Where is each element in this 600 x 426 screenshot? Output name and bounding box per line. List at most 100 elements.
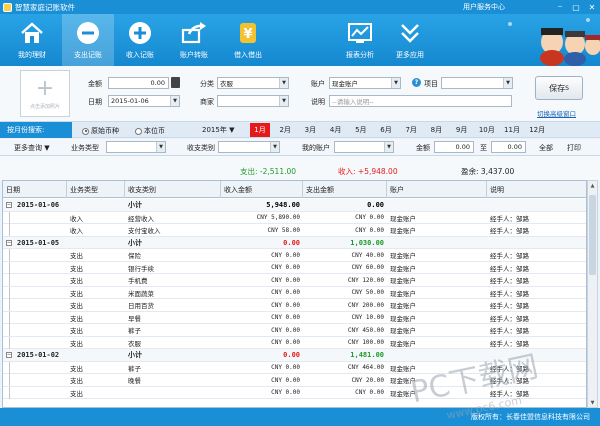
help-icon[interactable]: ? — [412, 78, 421, 87]
scroll-thumb[interactable] — [589, 195, 596, 275]
month-tab[interactable]: 2月 — [275, 123, 295, 137]
home-icon — [19, 20, 45, 46]
chevron-down-icon[interactable]: ▼ — [279, 78, 288, 88]
save-label: 保存 — [549, 83, 566, 93]
calculator-icon[interactable] — [171, 77, 180, 88]
table-row[interactable]: 支出 衣服 CNY 0.00 CNY 100.00 现金账户 经手人：邹路 — [3, 336, 586, 349]
table-row[interactable]: 支出 晚餐 CNY 0.00 CNY 20.00 现金账户 经手人：邹路 — [3, 374, 586, 387]
project-select[interactable]: ▼ — [441, 77, 513, 89]
toolbar-transfer-button[interactable]: 账户转账 — [168, 14, 220, 66]
scroll-down-icon[interactable]: ▼ — [588, 398, 597, 407]
category-select[interactable]: 衣服 ▼ — [217, 77, 289, 89]
table-row[interactable]: 支出 裤子 CNY 0.00 CNY 464.00 现金账户 经手人：邹路 — [3, 361, 586, 374]
filter-all-button[interactable]: 全部 — [539, 143, 553, 153]
chevron-down-icon[interactable]: ▼ — [279, 96, 288, 106]
table-row[interactable]: 支出 银行手续 CNY 0.00 CNY 60.00 现金账户 经手人：邹路 — [3, 261, 586, 274]
amount-to-input[interactable]: 0.00 — [491, 141, 526, 153]
radio-original-currency[interactable]: 原始币种 — [82, 126, 119, 136]
biz-type-select[interactable]: ▼ — [106, 141, 166, 153]
radio-base-currency[interactable]: 本位币 — [135, 126, 165, 136]
col-date[interactable]: 日期 — [3, 181, 67, 198]
collapse-icon[interactable]: − — [6, 352, 12, 358]
cell-note: 经手人：邹路 — [490, 302, 529, 310]
month-tab[interactable]: 5月 — [351, 123, 371, 137]
amount-input[interactable]: 0.00 — [108, 77, 169, 89]
chevron-down-icon[interactable]: ▼ — [391, 78, 400, 88]
filter-category-select[interactable]: ▼ — [218, 141, 280, 153]
vertical-scrollbar[interactable]: ▲ ▼ — [587, 180, 598, 408]
account-select[interactable]: 现金账户 ▼ — [329, 77, 401, 89]
cell-note: 经手人：邹路 — [490, 214, 529, 223]
toolbar-more-button[interactable]: 更多应用 — [384, 14, 436, 66]
status-bar: 版权所有：长春佳盟信息科技有限公司 — [0, 408, 600, 426]
month-tab[interactable]: 7月 — [401, 123, 421, 137]
save-shortcut: S — [565, 84, 569, 92]
cell-type: 支出 — [70, 277, 83, 285]
chevron-down-icon[interactable]: ▼ — [170, 96, 179, 106]
col-account[interactable]: 账户 — [387, 181, 487, 198]
toolbar-expense-button[interactable]: 支出记账 — [62, 14, 114, 66]
col-expense[interactable]: 支出金额 — [303, 181, 387, 198]
table-row[interactable]: 支出 保险 CNY 0.00 CNY 40.00 现金账户 经手人：邹路 — [3, 249, 586, 262]
month-tab[interactable]: 6月 — [376, 123, 396, 137]
table-row[interactable]: 支出 CNY 0.00 CNY 0.00 现金账户 经手人：邹路 — [3, 386, 586, 399]
table-row[interactable]: 支出 早餐 CNY 0.00 CNY 10.00 现金账户 经手人：邹路 — [3, 311, 586, 324]
advanced-window-link[interactable]: 切换高级窗口 — [537, 108, 576, 118]
table-row[interactable]: 支出 裤子 CNY 0.00 CNY 450.00 现金账户 经手人：邹路 — [3, 324, 586, 337]
table-group-row[interactable]: −2015-01-05 小计 0.00 1,030.00 — [3, 236, 586, 249]
table-row[interactable]: 支出 手机费 CNY 0.00 CNY 120.00 现金账户 经手人：邹路 — [3, 274, 586, 287]
collapse-icon[interactable]: − — [6, 202, 12, 208]
table-row[interactable]: 支出 日用百货 CNY 0.00 CNY 200.00 现金账户 经手人：邹路 — [3, 299, 586, 312]
month-tab[interactable]: 4月 — [326, 123, 346, 137]
amount-from-input[interactable]: 0.00 — [434, 141, 474, 153]
chevron-down-icon[interactable]: ▼ — [156, 142, 165, 152]
table-row[interactable]: 支出 米面蔬菜 CNY 0.00 CNY 50.00 现金账户 经手人：邹路 — [3, 286, 586, 299]
filter-account-select[interactable]: ▼ — [334, 141, 394, 153]
merchant-label: 商家 — [200, 98, 214, 106]
merchant-select[interactable]: ▼ — [217, 95, 289, 107]
print-button[interactable]: 打印 — [567, 143, 581, 153]
add-photo-button[interactable]: + 点击添加照片 — [20, 70, 70, 117]
minimize-icon[interactable]: ⎯ — [552, 0, 568, 14]
year-select[interactable]: 2015年 ▼ — [202, 125, 234, 135]
month-tab[interactable]: 12月 — [527, 123, 547, 137]
cell-type: 支出 — [70, 314, 83, 323]
cell-income: CNY 0.00 — [271, 251, 300, 259]
close-icon[interactable]: ✕ — [584, 0, 600, 14]
month-tab[interactable]: 10月 — [477, 123, 497, 137]
month-tab[interactable]: 11月 — [502, 123, 522, 137]
cell-type: 收入 — [70, 227, 83, 235]
cell-income: CNY 0.00 — [271, 289, 300, 296]
cell-expense: CNY 0.00 — [355, 389, 384, 396]
collapse-icon[interactable]: − — [6, 239, 12, 246]
col-category[interactable]: 收支类别 — [125, 181, 221, 198]
scroll-up-icon[interactable]: ▲ — [588, 181, 597, 190]
user-center-link[interactable]: 用户服务中心 — [463, 2, 505, 12]
remark-input[interactable]: --请输入说明-- — [329, 95, 512, 107]
col-type[interactable]: 业务类型 — [67, 181, 125, 198]
toolbar-income-button[interactable]: 收入记账 — [114, 14, 166, 66]
toolbar-my-finance-button[interactable]: 我的理财 — [6, 14, 58, 66]
more-query-button[interactable]: 更多查询 ▼ — [14, 143, 50, 153]
table-row[interactable]: 收入 支付宝收入 CNY 58.00 CNY 0.00 现金账户 经手人：邹路 — [3, 224, 586, 237]
date-picker[interactable]: 2015-01-06 ▼ — [108, 95, 180, 107]
month-tab[interactable]: 9月 — [452, 123, 472, 137]
table-row[interactable]: 收入 经营收入 CNY 5,890.00 CNY 0.00 现金账户 经手人：邹路 — [3, 211, 586, 224]
toolbar-loan-button[interactable]: ¥ 借入借出 — [222, 14, 274, 66]
month-tab[interactable]: 8月 — [426, 123, 446, 137]
chevron-down-icon[interactable]: ▼ — [384, 142, 393, 152]
table-group-row[interactable]: −2015-01-06 小计 5,948.00 0.00 — [3, 199, 586, 212]
col-note[interactable]: 说明 — [487, 181, 586, 198]
cell-category: 早餐 — [128, 314, 141, 323]
toolbar-report-button[interactable]: 报表分析 — [334, 14, 386, 66]
month-tab[interactable]: 1月 — [250, 123, 270, 137]
table-group-row[interactable]: −2015-01-02 小计 0.00 1,481.00 — [3, 349, 586, 362]
month-tab[interactable]: 3月 — [300, 123, 320, 137]
filter-bar: 更多查询 ▼ 业务类型 ▼ 收支类别 ▼ 我的账户 ▼ 金额 0.00 至 0.… — [0, 139, 600, 156]
chevron-down-icon[interactable]: ▼ — [270, 142, 279, 152]
maximize-icon[interactable]: ▢ — [568, 0, 584, 14]
chevron-down-icon[interactable]: ▼ — [503, 78, 512, 88]
col-income[interactable]: 收入金额 — [221, 181, 303, 198]
save-button[interactable]: 保存 S — [535, 76, 583, 100]
cell-category: 小计 — [128, 238, 142, 247]
